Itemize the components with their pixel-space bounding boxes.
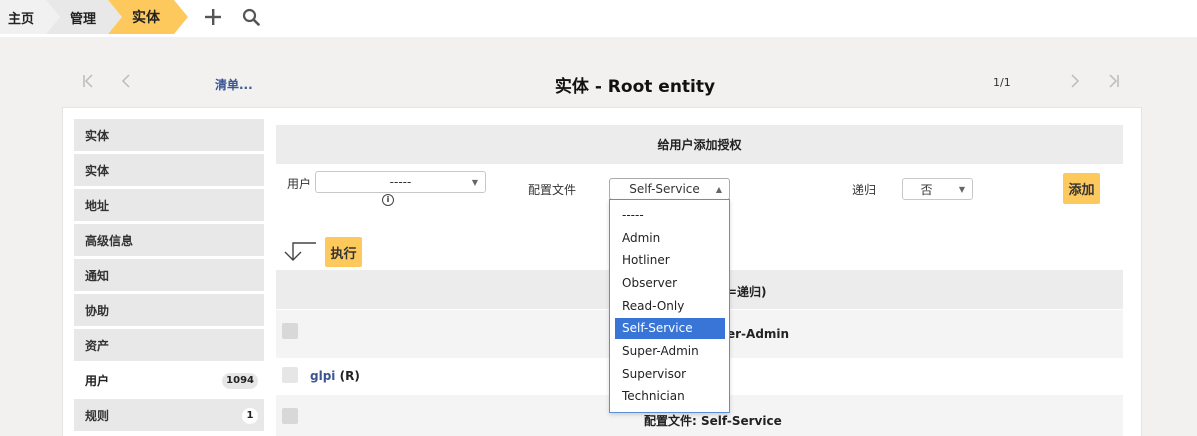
sidebar-item-label: 协助 bbox=[85, 303, 110, 318]
group-title: 配置文件: Self-Service bbox=[644, 414, 782, 428]
dropdown-option-none[interactable]: ----- bbox=[615, 205, 725, 226]
recursive-select-value: 否 bbox=[920, 182, 933, 197]
profile-label: 配置文件 bbox=[528, 183, 577, 197]
add-authorization-panel: 给用户添加授权 bbox=[276, 125, 1123, 164]
mass-action-arrow-icon bbox=[283, 240, 317, 262]
group-title: er-Admin bbox=[727, 327, 790, 341]
dropdown-option-self-service[interactable]: Self-Service bbox=[615, 318, 725, 339]
user-select-value: ----- bbox=[389, 175, 412, 189]
dropdown-option-hotliner[interactable]: Hotliner bbox=[615, 250, 725, 271]
sidebar-item-label: 实体 bbox=[85, 128, 110, 143]
group-checkbox[interactable] bbox=[282, 408, 298, 424]
sidebar-item-advanced-info[interactable]: 高级信息 bbox=[74, 224, 264, 256]
user-link[interactable]: glpi bbox=[310, 369, 335, 383]
plus-icon[interactable] bbox=[202, 6, 224, 28]
last-page-icon[interactable] bbox=[1108, 74, 1120, 91]
breadcrumb-current-label: 实体 bbox=[132, 10, 160, 26]
user-label: 用户 bbox=[287, 177, 312, 191]
sidebar-item-users[interactable]: 用户 1094 bbox=[74, 364, 264, 396]
sidebar-item-assistance[interactable]: 协助 bbox=[74, 294, 264, 326]
dropdown-option-read-only[interactable]: Read-Only bbox=[615, 296, 725, 317]
dropdown-option-super-admin[interactable]: Super-Admin bbox=[615, 341, 725, 362]
chevron-up-icon: ▲ bbox=[715, 185, 722, 194]
sidebar-item-assets[interactable]: 资产 bbox=[74, 329, 264, 361]
sidebar-item-rules[interactable]: 规则 1 bbox=[74, 399, 264, 431]
sidebar-item-label: 高级信息 bbox=[85, 233, 134, 248]
sidebar-item-label: 实体 bbox=[85, 163, 110, 178]
top-bar: 主页 管理 实体 bbox=[0, 0, 1197, 37]
sidebar-item-label: 通知 bbox=[85, 268, 110, 283]
rules-count-badge: 1 bbox=[242, 408, 258, 424]
section-title: 给用户添加授权 bbox=[276, 125, 1123, 164]
recursive-label: 递归 bbox=[852, 183, 877, 197]
chevron-down-icon: ▼ bbox=[471, 178, 478, 187]
dropdown-option-admin[interactable]: Admin bbox=[615, 228, 725, 249]
breadcrumb-admin-label: 管理 bbox=[70, 11, 97, 27]
pager-count: 1/1 bbox=[993, 76, 1011, 89]
chevron-down-icon: ▼ bbox=[958, 185, 965, 194]
search-icon[interactable] bbox=[240, 6, 262, 28]
sidebar-item-notifications[interactable]: 通知 bbox=[74, 259, 264, 291]
users-count-badge: 1094 bbox=[222, 373, 258, 389]
group-checkbox[interactable] bbox=[282, 323, 298, 339]
sidebar-item-address[interactable]: 地址 bbox=[74, 189, 264, 221]
table-header-text: =递归) bbox=[727, 285, 767, 299]
execute-button[interactable]: 执行 bbox=[325, 237, 362, 267]
profile-dropdown-list: ----- Admin Hotliner Observer Read-Only … bbox=[609, 199, 730, 413]
recursive-select[interactable]: 否 ▼ bbox=[902, 178, 973, 200]
sidebar-item-entity[interactable]: 实体 bbox=[74, 119, 264, 151]
recursive-flag: (R) bbox=[339, 369, 360, 383]
sidebar-item-label: 资产 bbox=[85, 338, 110, 353]
profile-select[interactable]: Self-Service ▲ bbox=[609, 178, 730, 200]
row-checkbox[interactable] bbox=[282, 367, 298, 383]
next-page-icon[interactable] bbox=[1070, 74, 1080, 91]
dropdown-option-observer[interactable]: Observer bbox=[615, 273, 725, 294]
dropdown-option-technician[interactable]: Technician bbox=[615, 386, 725, 407]
info-icon[interactable]: i bbox=[382, 194, 394, 206]
page-title: 实体 - Root entity bbox=[554, 77, 716, 97]
sidebar-item-entities[interactable]: 实体 bbox=[74, 154, 264, 186]
sidebar-item-label: 规则 bbox=[85, 408, 110, 423]
sidebar-tabs: 实体 实体 地址 高级信息 通知 协助 资产 用户 1094 规则 1 bbox=[74, 119, 264, 434]
dropdown-option-supervisor[interactable]: Supervisor bbox=[615, 364, 725, 385]
profile-select-value: Self-Service bbox=[629, 182, 700, 196]
user-entry: glpi (R) bbox=[310, 369, 360, 383]
sidebar-item-label: 地址 bbox=[85, 198, 110, 213]
record-navigation: 清单... 实体 - Root entity 1/1 bbox=[0, 66, 1197, 100]
add-button[interactable]: 添加 bbox=[1063, 173, 1100, 204]
sidebar-item-label: 用户 bbox=[85, 373, 110, 388]
user-select[interactable]: ----- ▼ bbox=[315, 171, 486, 193]
breadcrumb-home-label: 主页 bbox=[8, 11, 35, 27]
